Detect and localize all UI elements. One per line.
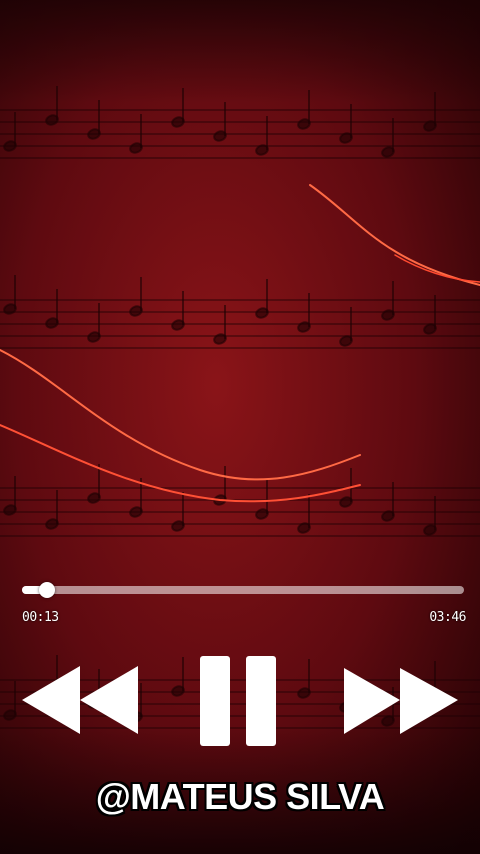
fast-forward-icon <box>344 668 458 734</box>
rewind-button[interactable] <box>20 650 140 750</box>
pause-button[interactable] <box>196 650 280 750</box>
total-time: 03:46 <box>429 610 466 625</box>
progress-bar[interactable] <box>22 582 464 598</box>
elapsed-time: 00:13 <box>22 610 59 625</box>
pause-icon <box>200 656 276 746</box>
fast-forward-button[interactable] <box>342 650 460 750</box>
rewind-icon <box>22 666 138 734</box>
watermark-credit: @MATEUS SILVA <box>95 776 385 817</box>
